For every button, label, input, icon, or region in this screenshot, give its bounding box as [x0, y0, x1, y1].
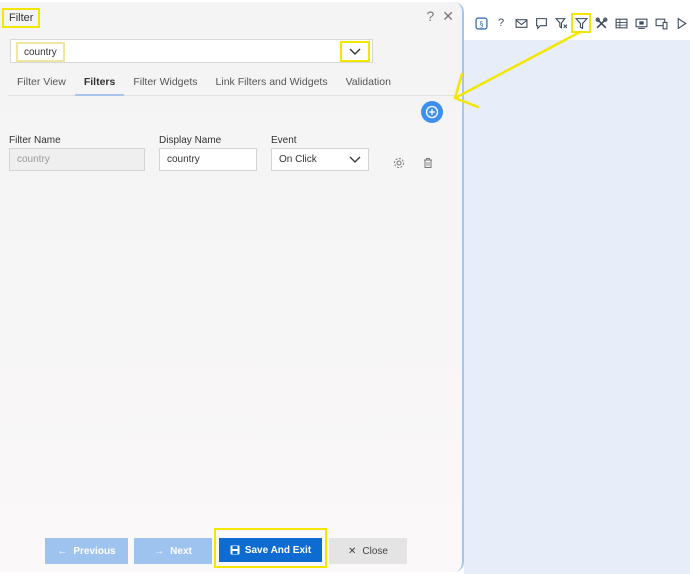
save-highlight: Save And Exit	[214, 528, 327, 568]
filter-name-label: Filter Name	[9, 135, 61, 146]
event-select-value: On Click	[279, 154, 317, 165]
close-label: Close	[362, 545, 388, 557]
preview-icon[interactable]	[634, 16, 648, 30]
event-label: Event	[271, 135, 297, 146]
event-select[interactable]: On Click	[271, 148, 369, 171]
tab-link-filters-and-widgets[interactable]: Link Filters and Widgets	[207, 70, 337, 96]
tools-icon[interactable]	[594, 16, 608, 30]
canvas-area	[464, 40, 690, 574]
settings-icon[interactable]	[393, 156, 405, 168]
play-icon[interactable]	[674, 16, 688, 30]
filter-select[interactable]: country	[10, 39, 373, 63]
save-icon	[230, 545, 240, 555]
display-name-label: Display Name	[159, 135, 222, 146]
plus-circle-icon	[425, 105, 439, 119]
filter-icon[interactable]	[571, 13, 591, 33]
panel-header-icons: ? ✕	[426, 8, 454, 25]
panel-tabs: Filter View Filters Filter Widgets Link …	[8, 70, 456, 96]
chevron-down-icon	[349, 156, 361, 163]
arrow-right-icon: →	[154, 545, 165, 557]
help-icon[interactable]: ?	[494, 16, 508, 30]
next-button[interactable]: → Next	[134, 538, 212, 564]
tab-validation[interactable]: Validation	[337, 70, 400, 96]
panel-title: Filter	[2, 8, 41, 28]
mail-icon[interactable]	[514, 16, 528, 30]
add-filter-button[interactable]	[421, 101, 443, 123]
table-icon[interactable]	[614, 16, 628, 30]
filter-select-value: country	[16, 42, 65, 62]
display-name-field[interactable]: country	[159, 148, 257, 171]
device-icon[interactable]	[654, 16, 668, 30]
tab-filters[interactable]: Filters	[74, 70, 125, 96]
comment-icon[interactable]	[534, 16, 548, 30]
screen: § ? Filter ? ✕ country Filter View Filte…	[0, 0, 690, 574]
tab-filter-widgets[interactable]: Filter Widgets	[124, 70, 206, 96]
previous-button[interactable]: ← Previous	[45, 538, 128, 564]
chevron-down-icon[interactable]	[340, 41, 370, 62]
filter-name-field: country	[9, 148, 145, 171]
close-icon: ✕	[348, 545, 357, 557]
arrow-left-icon: ←	[57, 545, 68, 557]
save-and-exit-button[interactable]: Save And Exit	[219, 538, 322, 562]
next-label: Next	[170, 545, 192, 557]
svg-text:§: §	[479, 19, 483, 28]
dashboard-canvas: § ?	[464, 0, 690, 574]
help-icon[interactable]: ?	[426, 8, 434, 25]
tab-filter-view[interactable]: Filter View	[8, 70, 75, 96]
save-label: Save And Exit	[244, 544, 312, 556]
close-icon[interactable]: ✕	[442, 8, 454, 25]
filter-panel: Filter ? ✕ country Filter View Filters F…	[0, 2, 464, 572]
dashboard-toolbar: § ?	[474, 12, 688, 34]
close-button[interactable]: ✕ Close	[329, 538, 407, 564]
clear-filter-icon[interactable]	[554, 16, 568, 30]
delete-icon[interactable]	[422, 156, 434, 168]
refresh-icon[interactable]: §	[474, 16, 488, 30]
previous-label: Previous	[73, 545, 116, 557]
